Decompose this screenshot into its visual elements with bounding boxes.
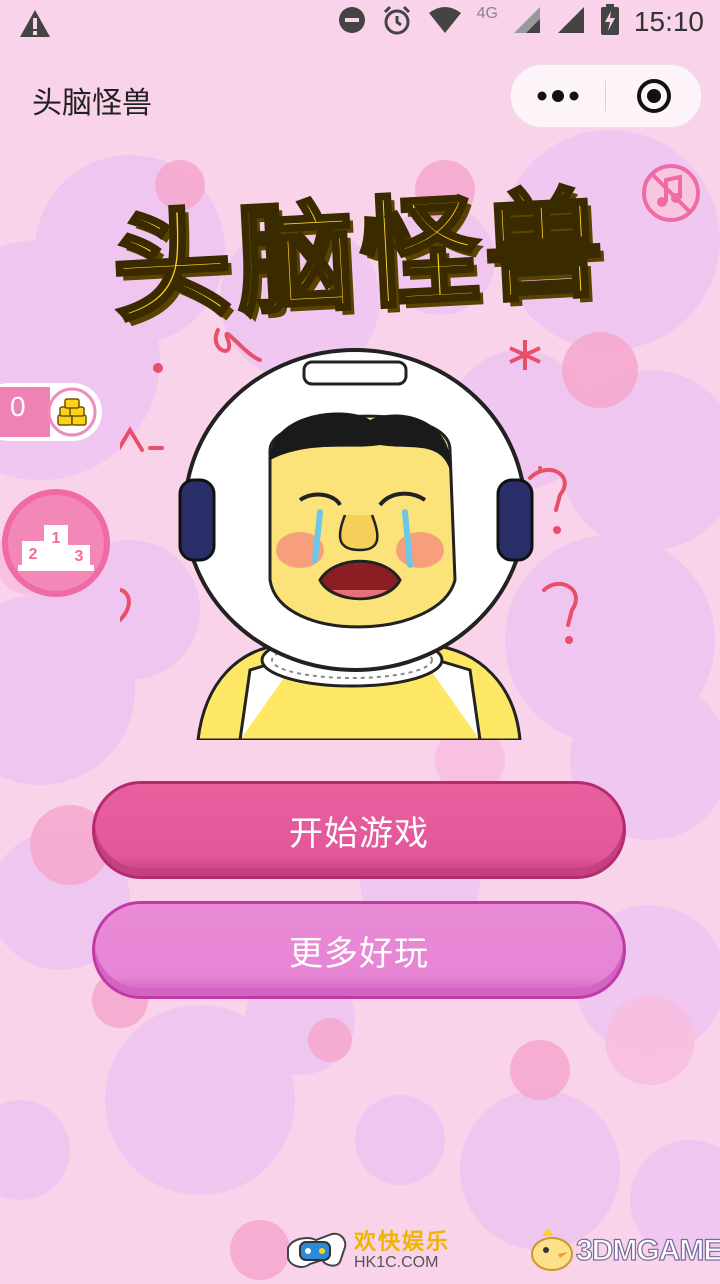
target-close-icon[interactable] (606, 65, 701, 127)
wifi-icon (427, 5, 463, 39)
coin-count: 0 (10, 391, 26, 422)
game-title-text: 头脑怪兽 (107, 172, 614, 340)
coins-icon (46, 387, 98, 437)
status-bar: 4G 15:10 (0, 0, 720, 50)
mini-program-capsule (510, 64, 702, 128)
watermark-3dmgame: 3DMGAME (528, 1224, 720, 1280)
start-game-button[interactable]: 开始游戏 (92, 781, 626, 879)
coin-counter: 0 (0, 383, 102, 441)
podium-icon[interactable]: 2 1 3 (0, 487, 112, 599)
watermark-hk1c: 欢快娱乐 HK1C.COM (282, 1218, 452, 1280)
svg-text:2: 2 (29, 546, 38, 563)
chick-mascot-icon (531, 1228, 573, 1271)
svg-text:3: 3 (75, 548, 84, 565)
do-not-disturb-icon (337, 5, 367, 39)
more-games-button[interactable]: 更多好玩 (92, 901, 626, 999)
signal-icon (512, 5, 542, 39)
watermark-3dmgame-text: 3DMGAME (575, 1233, 720, 1267)
music-muted-icon[interactable] (640, 162, 702, 224)
alarm-icon (381, 4, 413, 40)
warning-icon (18, 8, 52, 44)
gamepad-hand-icon (287, 1232, 347, 1268)
battery-charging-icon (600, 4, 620, 40)
watermark-hk1c-name: 欢快娱乐 (354, 1230, 451, 1255)
status-time: 15:10 (633, 6, 704, 37)
more-dots-icon[interactable] (511, 65, 605, 127)
signal-icon (556, 5, 586, 39)
network-type-label: 4G (476, 5, 498, 22)
crying-astronaut-illustration (98, 300, 652, 742)
nav-bar: 头脑怪兽 (0, 50, 720, 145)
app-title: 头脑怪兽 (32, 86, 152, 121)
watermark-hk1c-url: HK1C.COM (354, 1254, 439, 1271)
svg-text:1: 1 (52, 530, 61, 547)
status-icons: 4G 15:10 (337, 4, 704, 40)
game-title-logo: 头脑怪兽 (60, 165, 660, 340)
